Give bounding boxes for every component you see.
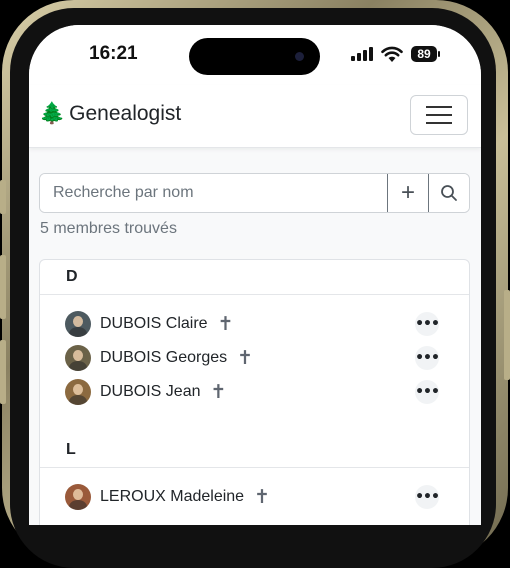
member-name: DUBOIS Claire: [100, 315, 208, 332]
avatar: [65, 311, 91, 337]
side-button: [0, 180, 6, 214]
navbar: 🌲 Genealogist: [29, 85, 481, 148]
avatar: [65, 379, 91, 405]
member-name: DUBOIS Georges: [100, 349, 228, 366]
tree-icon: 🌲: [39, 102, 66, 125]
status-bar: 16:21 89: [29, 25, 481, 85]
cross-icon: ✝: [254, 486, 270, 508]
add-member-button[interactable]: +: [387, 174, 428, 212]
dynamic-island: [189, 38, 320, 75]
member-name: DUBOIS Jean: [100, 383, 201, 400]
member-name: LEROUX Madeleine: [100, 488, 245, 505]
list-item[interactable]: LEROUX Madeleine ✝ •••: [40, 480, 469, 514]
list-item[interactable]: DUBOIS Georges ✝ •••: [40, 341, 469, 375]
cross-icon: ✝: [237, 347, 254, 369]
more-options-button[interactable]: •••: [415, 485, 440, 509]
search-button[interactable]: [428, 174, 469, 212]
avatar: [65, 345, 91, 371]
letter-header-d: D: [40, 260, 469, 295]
more-options-button[interactable]: •••: [415, 346, 440, 370]
letter-header-l: L: [40, 433, 469, 468]
camera-dot: [295, 52, 304, 61]
list-item[interactable]: DUBOIS Claire ✝ •••: [40, 307, 469, 341]
side-button: [0, 340, 6, 404]
group-l: LEROUX Madeleine ✝ •••: [40, 468, 469, 518]
more-options-button[interactable]: •••: [415, 380, 440, 404]
signal-icon: [351, 47, 375, 61]
cross-icon: ✝: [210, 381, 227, 403]
list-item[interactable]: DUBOIS Jean ✝ •••: [40, 375, 469, 409]
brand-title: Genealogist: [69, 102, 182, 125]
phone-screen: 16:21 89 🌲 Genealogist +: [29, 25, 481, 525]
hamburger-icon: [426, 106, 452, 108]
members-list: D DUBOIS Claire ✝ ••• DUBOIS Georges ✝ •…: [39, 259, 470, 525]
brand[interactable]: 🌲 Genealogist: [39, 102, 181, 126]
battery-icon: 89: [411, 46, 440, 62]
more-options-button[interactable]: •••: [415, 312, 440, 336]
menu-toggle-button[interactable]: [410, 95, 468, 135]
avatar: [65, 484, 91, 510]
search-group: +: [39, 173, 470, 213]
side-button: [0, 255, 6, 319]
wifi-icon: [381, 46, 403, 62]
status-time: 16:21: [89, 43, 138, 64]
search-icon: [441, 185, 457, 201]
group-d: DUBOIS Claire ✝ ••• DUBOIS Georges ✝ •••…: [40, 295, 469, 413]
results-count: 5 membres trouvés: [40, 220, 177, 237]
search-input[interactable]: [40, 174, 387, 212]
cross-icon: ✝: [217, 313, 234, 335]
side-button: [504, 290, 510, 380]
